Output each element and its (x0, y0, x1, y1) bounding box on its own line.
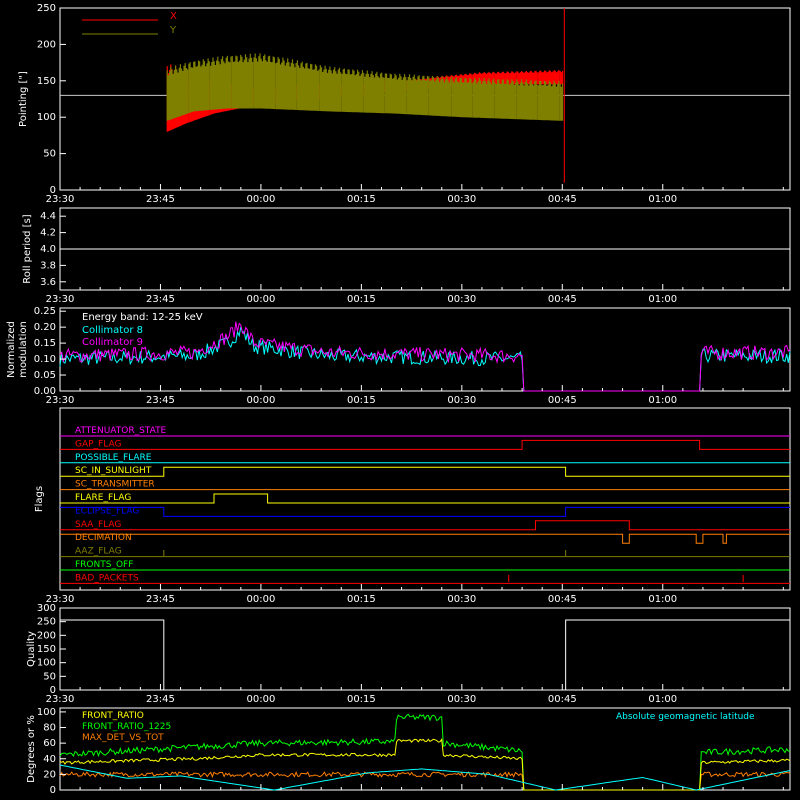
y-tick-label: 200 (37, 630, 56, 641)
y-tick-label: 200 (37, 39, 56, 50)
flag-label-eclipse-flag: ECLIPSE_FLAG (75, 506, 139, 516)
x-tick-label: 00:30 (447, 194, 476, 205)
y-tick-label: 100 (37, 658, 56, 669)
x-tick-label: 00:00 (247, 194, 276, 205)
x-tick-label: 00:15 (347, 194, 376, 205)
y-tick-label: 4.2 (40, 228, 56, 239)
x-tick-label: 23:45 (146, 194, 175, 205)
y-tick-label: 0.15 (34, 338, 56, 349)
x-tick-label: 23:45 (146, 694, 175, 705)
flag-label-attenuator-state: ATTENUATOR_STATE (75, 426, 167, 436)
y-tick-label: 0.20 (34, 322, 56, 333)
y-tick-label: 3.6 (40, 277, 56, 288)
y-axis-label: Degrees or % (26, 715, 37, 783)
hessi-observing-summary-chart: 0 50 100 150 200 250 23:30 23:45 00:00 00:15 00:30… (0, 0, 800, 800)
y-tick-label: 3.8 (40, 260, 56, 271)
y-tick-label: 0.10 (34, 354, 56, 365)
y-tick-label: 50 (43, 671, 56, 682)
y-axis-label: Roll period [s] (22, 214, 33, 283)
y-tick-label: 0 (50, 785, 56, 796)
x-tick-label: 23:30 (46, 694, 75, 705)
legend-label-max-det-vs-tot: MAX_DET_VS_TOT (82, 733, 164, 743)
x-tick-label: 00:30 (447, 294, 476, 305)
flag-label-flare-flag: FLARE_FLAG (75, 493, 131, 503)
legend-label-y: Y (169, 25, 177, 36)
y-axis-label: Quality (26, 631, 37, 667)
legend-label-collimator-9: Collimator 9 (82, 337, 143, 348)
x-tick-label: 00:30 (447, 694, 476, 705)
x-tick-label: 00:45 (548, 594, 577, 605)
y-tick-label: 150 (37, 76, 56, 87)
x-tick-label: 23:30 (46, 395, 75, 406)
y-tick-label: 150 (37, 644, 56, 655)
y-tick-label: 50 (43, 149, 56, 160)
x-tick-label: 23:30 (46, 294, 75, 305)
x-tick-label: 00:00 (247, 694, 276, 705)
x-tick-label: 00:45 (548, 294, 577, 305)
y-tick-label: 20 (43, 769, 56, 780)
legend-label-geomagnetic-latitude: Absolute geomagnetic latitude (616, 712, 755, 722)
x-tick-label: 00:45 (548, 694, 577, 705)
y-tick-label: 300 (37, 603, 56, 614)
legend-label-x: X (170, 11, 177, 22)
x-tick-label: 00:15 (347, 294, 376, 305)
y-tick-label: 4.4 (40, 211, 56, 222)
x-tick-label: 01:00 (648, 395, 677, 406)
flag-label-sc-transmitter: SC_TRANSMITTER (75, 480, 155, 490)
y-tick-label: 40 (43, 754, 56, 765)
x-tick-label: 23:45 (146, 594, 175, 605)
x-tick-label: 00:30 (447, 594, 476, 605)
x-tick-label: 00:15 (347, 594, 376, 605)
x-tick-label: 01:00 (648, 694, 677, 705)
y-tick-label: 100 (37, 112, 56, 123)
y-tick-label: 0.25 (34, 306, 56, 317)
x-tick-label: 23:45 (146, 395, 175, 406)
flag-label-saa-flag: SAA_FLAG (75, 520, 121, 530)
y-axis-label: Flags (34, 486, 45, 512)
flag-label-bad-packets: BAD_PACKETS (75, 573, 139, 583)
x-tick-label: 00:45 (548, 395, 577, 406)
x-tick-label: 00:00 (247, 294, 276, 305)
x-tick-label: 01:00 (648, 194, 677, 205)
y-tick-label: 100 (37, 707, 56, 718)
energy-band-label: Energy band: 12-25 keV (82, 312, 203, 323)
flag-label-possible-flare: POSSIBLE_FLARE (75, 453, 152, 463)
flag-label-sc-in-sunlight: SC_IN_SUNLIGHT (75, 466, 152, 476)
x-tick-label: 00:00 (247, 594, 276, 605)
x-tick-label: 01:00 (648, 594, 677, 605)
y-tick-label: 4.0 (40, 244, 56, 255)
x-tick-label: 00:15 (347, 694, 376, 705)
x-tick-label: 01:00 (648, 294, 677, 305)
legend-label-front-ratio-1225: FRONT_RATIO_1225 (82, 722, 171, 732)
legend-label-collimator-8: Collimator 8 (82, 325, 143, 336)
x-tick-label: 23:45 (146, 294, 175, 305)
x-tick-label: 00:15 (347, 395, 376, 406)
x-tick-label: 00:00 (247, 395, 276, 406)
legend-label-front-ratio: FRONT_RATIO (82, 711, 144, 721)
y-axis-label: Normalized (6, 321, 17, 378)
x-tick-label: 23:30 (46, 194, 75, 205)
x-tick-label: 00:30 (447, 395, 476, 406)
y-tick-label: 250 (37, 3, 56, 14)
flag-label-aaz-flag: AAZ_FLAG (75, 547, 122, 557)
flag-label-decimation: DECIMATION (75, 533, 132, 543)
y-tick-label: 60 (43, 738, 56, 749)
y-tick-label: 80 (43, 723, 56, 734)
y-axis-label: modulation (18, 321, 29, 378)
y-tick-label: 250 (37, 617, 56, 628)
y-tick-label: 0.05 (34, 370, 56, 381)
x-tick-label: 00:45 (548, 194, 577, 205)
flag-label-gap-flag: GAP_FLAG (75, 439, 121, 449)
flag-label-fronts-off: FRONTS_OFF (75, 560, 133, 570)
y-axis-label: Pointing ["] (18, 71, 29, 127)
